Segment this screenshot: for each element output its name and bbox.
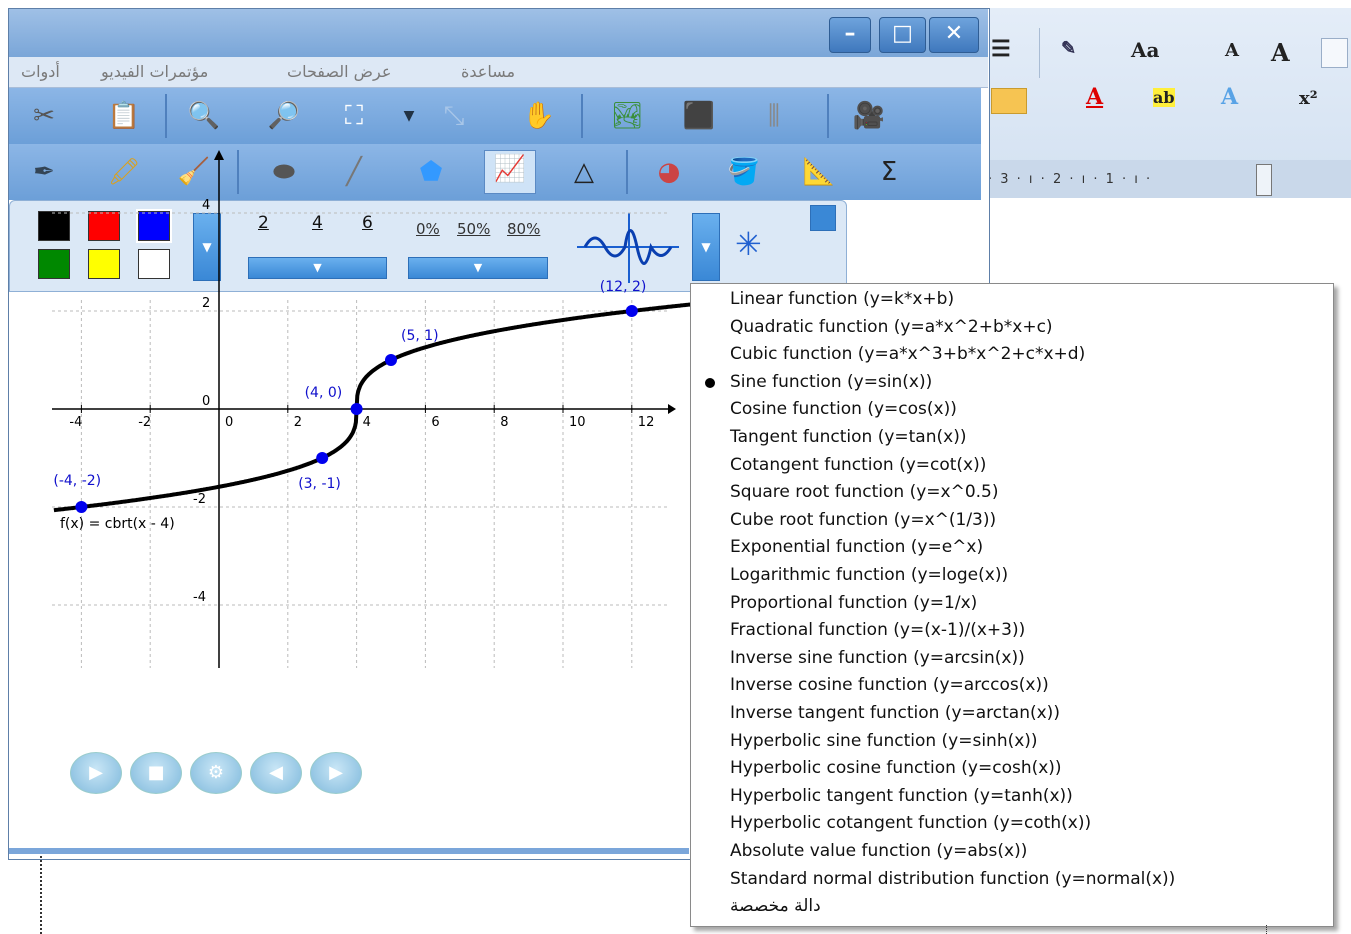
stop-button[interactable]: ■ [130, 752, 182, 794]
point-label: (3, -1) [298, 476, 341, 492]
menu-item-function[interactable]: Tangent function (y=tan(x)) [730, 424, 966, 451]
menu-item-function[interactable]: Inverse sine function (y=arcsin(x)) [730, 645, 1025, 672]
x-tick-label: -2 [138, 415, 151, 430]
close-button[interactable]: ✕ [929, 17, 979, 53]
menu-item-function[interactable]: Square root function (y=x^0.5) [730, 479, 999, 506]
y-tick-label: 4 [202, 198, 210, 213]
document-area [980, 198, 1351, 288]
graph-point [75, 501, 88, 513]
x-tick-label: 0 [225, 415, 233, 430]
record-icon[interactable]: 🎥 [849, 98, 889, 134]
menu-item-function[interactable]: Standard normal distribution function (y… [730, 866, 1175, 893]
indent-marker[interactable] [1256, 164, 1272, 196]
formula-icon[interactable]: Σ [869, 154, 909, 190]
menu-item-function[interactable]: Sine function (y=sin(x)) [730, 369, 932, 396]
x-tick-label: 12 [638, 415, 655, 430]
minimize-button[interactable]: – [829, 17, 871, 53]
graph-point [385, 354, 397, 366]
shrink-font-button[interactable]: A [1271, 38, 1290, 67]
numbering-icon[interactable] [991, 88, 1027, 114]
graph-point [625, 305, 638, 317]
settings-wrench-button[interactable]: ⚙ [190, 752, 242, 794]
menu-item-function[interactable]: Cubic function (y=a*x^3+b*x^2+c*x+d) [730, 341, 1085, 368]
menu-item-function[interactable]: Hyperbolic cosine function (y=cosh(x)) [730, 755, 1062, 782]
panel-dock-icon[interactable] [810, 205, 836, 231]
menu-item-function[interactable]: Cube root function (y=x^(1/3)) [730, 507, 996, 534]
menu-item-function[interactable]: Inverse cosine function (y=arccos(x)) [730, 672, 1049, 699]
menu-item-function[interactable]: Exponential function (y=e^x) [730, 534, 983, 561]
y-tick-label: 0 [202, 394, 210, 409]
menu-item-function[interactable]: Proportional function (y=1/x) [730, 590, 977, 617]
menu-item-function[interactable]: دالة مخصصة [730, 893, 821, 920]
toolbar-separator [827, 94, 829, 138]
menu-item-function[interactable]: Quadratic function (y=a*x^2+b*x+c) [730, 314, 1053, 341]
x-tick-label: 6 [431, 415, 439, 430]
document-margin-line-right [1266, 925, 1268, 934]
ruler: · 3 · ı · 2 · ı · 1 · ı · [980, 160, 1351, 198]
x-tick-label: 2 [294, 415, 302, 430]
graph-grid [52, 212, 668, 668]
menu-item-function[interactable]: Inverse tangent function (y=arctan(x)) [730, 700, 1060, 727]
pattern-asterisk-icon[interactable]: ✳ [735, 225, 762, 263]
function-curve [53, 301, 700, 513]
menu-item-function[interactable]: Cosine function (y=cos(x)) [730, 396, 957, 423]
menu-item-function[interactable]: Fractional function (y=(x-1)/(x+3)) [730, 617, 1025, 644]
text-effects-icon[interactable]: A [1221, 84, 1238, 110]
forward-button[interactable]: ▶ [310, 752, 362, 794]
x-tick-label: 10 [569, 415, 586, 430]
graph-point [350, 403, 363, 415]
x-axis-arrow [668, 404, 676, 414]
menu-item-function[interactable]: Logarithmic function (y=loge(x)) [730, 562, 1008, 589]
y-tick-label: 2 [202, 296, 210, 311]
point-label: (12, 2) [600, 279, 647, 295]
y-tick-label: -2 [193, 492, 206, 507]
ribbon-divider [1039, 28, 1040, 78]
menu-item-function[interactable]: Hyperbolic cotangent function (y=coth(x)… [730, 810, 1091, 837]
bullets-icon[interactable]: ☰ [991, 36, 1011, 62]
function-type-menu: Linear function (y=k*x+b) Quadratic funct… [690, 283, 1334, 927]
change-case-icon[interactable]: ✎ [1061, 38, 1076, 59]
menu-item-function[interactable]: Absolute value function (y=abs(x)) [730, 838, 1027, 865]
graph-points: (-4, -2) (3, -1) (4, 0) (5, 1) (12, 2) [53, 279, 646, 513]
y-tick-label: -4 [193, 590, 206, 605]
font-size-label[interactable]: Aa [1131, 38, 1159, 62]
window-bottom-border [9, 848, 689, 854]
fill-bucket-icon[interactable]: 🪣 [724, 154, 764, 190]
font-color-button[interactable]: A [1086, 84, 1103, 110]
point-label: (-4, -2) [53, 473, 101, 489]
graph-point [316, 452, 329, 464]
y-axis-arrow [214, 150, 224, 160]
play-button[interactable]: ▶ [70, 752, 122, 794]
protractor-icon[interactable]: 📐 [799, 154, 839, 190]
ruler-marks: · 3 · ı · 2 · ı · 1 · ı · [988, 172, 1153, 187]
document-margin-line [40, 856, 43, 934]
menu-item-function[interactable]: Linear function (y=k*x+b) [730, 286, 954, 313]
function-label: f(x) = cbrt(x - 4) [60, 516, 175, 532]
maximize-button[interactable]: □ [879, 17, 926, 53]
function-graph: -4 -2 0 2 4 6 8 10 12 4 2 0 -2 -4 (-4, -2) (3, -1) (4,… [52, 150, 700, 668]
menu-item-function[interactable]: Hyperbolic tangent function (y=tanh(x)) [730, 783, 1073, 810]
superscript-button[interactable]: x² [1299, 88, 1318, 109]
back-button[interactable]: ◀ [250, 752, 302, 794]
menu-item-function[interactable]: Hyperbolic sine function (y=sinh(x)) [730, 728, 1038, 755]
compare-pages-icon[interactable]: ⫼ [754, 98, 794, 134]
y-tick-labels: 4 2 0 -2 -4 [193, 198, 210, 605]
menu-item-function[interactable]: Cotangent function (y=cot(x)) [730, 452, 986, 479]
x-tick-label: 4 [363, 415, 371, 430]
highlight-button[interactable]: ab [1153, 88, 1175, 107]
font-dropdown[interactable] [1321, 38, 1348, 68]
grow-font-button[interactable]: A [1225, 40, 1239, 61]
point-label: (5, 1) [401, 328, 439, 344]
x-tick-label: 8 [500, 415, 508, 430]
x-tick-label: -4 [69, 415, 82, 430]
point-label: (4, 0) [305, 385, 343, 401]
selected-bullet-icon [705, 377, 715, 388]
